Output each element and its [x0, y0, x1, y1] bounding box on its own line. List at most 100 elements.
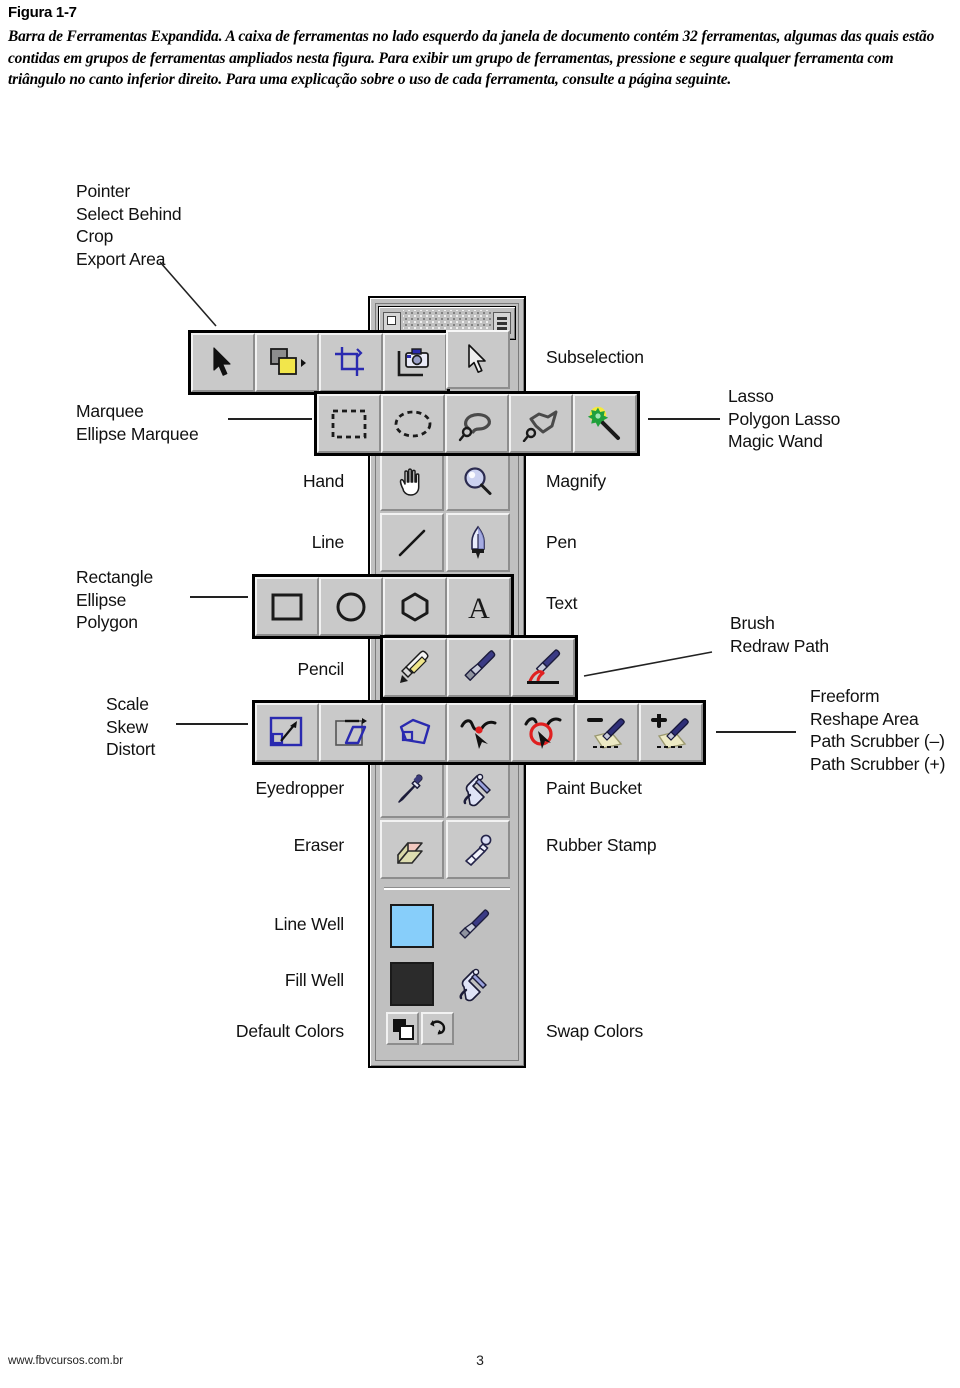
flyout-shape-tools[interactable]: A — [252, 574, 514, 639]
flyout-select-tools[interactable] — [188, 330, 450, 395]
pen-nib-icon — [471, 525, 485, 559]
tool-distort[interactable] — [383, 703, 447, 762]
line-color-brush-indicator — [446, 898, 502, 954]
label-lasso-group: Lasso Polygon Lasso Magic Wand — [728, 386, 841, 451]
label-select-group: Pointer Select Behind Crop Export Area — [76, 181, 182, 269]
leader-select-group — [159, 261, 230, 332]
tool-select-behind[interactable] — [255, 333, 319, 392]
tool-path-scrubber-plus[interactable] — [639, 703, 703, 762]
tool-hand[interactable] — [380, 452, 444, 511]
fill-color-well[interactable] — [390, 962, 434, 1006]
tool-eraser[interactable] — [380, 820, 444, 879]
tool-pencil[interactable] — [383, 638, 447, 697]
rectangle-icon — [271, 593, 303, 620]
label-shape-group: Rectangle Ellipse Polygon — [76, 567, 154, 632]
tool-rubber-stamp[interactable] — [446, 820, 510, 879]
tool-redraw-path[interactable] — [511, 638, 575, 697]
tool-scale[interactable] — [255, 703, 319, 762]
select-behind-icon — [270, 347, 306, 375]
line-icon — [398, 529, 426, 556]
label-paint-bucket: Paint Bucket — [546, 778, 642, 798]
path-scrubber-minus-icon — [587, 717, 625, 749]
tool-rectangle[interactable] — [255, 577, 319, 636]
tool-pointer[interactable] — [191, 333, 255, 392]
tool-subselection[interactable] — [446, 330, 510, 389]
tool-eyedropper[interactable] — [380, 759, 444, 818]
tool-path-scrubber-minus[interactable] — [575, 703, 639, 762]
freeform-icon — [460, 718, 497, 749]
export-area-camera-icon — [397, 347, 429, 376]
figure-number: Figura 1-7 — [8, 4, 77, 21]
leader-brush-group — [583, 650, 720, 678]
tool-text[interactable]: A — [447, 577, 511, 636]
brush-icon — [464, 649, 496, 681]
tool-marquee[interactable] — [317, 394, 381, 453]
tool-line[interactable] — [380, 513, 444, 572]
scale-icon — [269, 716, 303, 746]
marquee-ellipse-icon — [394, 410, 432, 437]
label-rubber-stamp: Rubber Stamp — [546, 835, 657, 855]
tool-ellipse-marquee[interactable] — [381, 394, 445, 453]
leader-marquee-group — [228, 418, 312, 420]
label-default-colors: Default Colors — [235, 1021, 344, 1041]
tool-skew[interactable] — [319, 703, 383, 762]
path-scrubber-plus-icon — [651, 713, 689, 749]
tool-magic-wand[interactable] — [573, 394, 637, 453]
brush-icon — [459, 909, 490, 939]
pencil-icon — [400, 649, 429, 683]
flyout-selection-tools[interactable] — [314, 391, 640, 456]
marquee-rect-icon — [331, 409, 367, 438]
toolbox-separator — [384, 888, 510, 890]
tool-reshape-area[interactable] — [511, 703, 575, 762]
eraser-icon — [397, 841, 423, 864]
label-swap-colors: Swap Colors — [546, 1021, 644, 1041]
label-magnify: Magnify — [546, 471, 606, 491]
tool-lasso[interactable] — [445, 394, 509, 453]
polygon-lasso-icon — [522, 410, 558, 442]
footer-page-number: 3 — [476, 1352, 484, 1368]
label-eraser: Eraser — [293, 835, 345, 855]
eyedropper-icon — [398, 773, 423, 803]
label-transform-group: Scale Skew Distort — [106, 694, 156, 759]
magnifier-icon — [464, 466, 492, 495]
label-subselection: Subselection — [546, 347, 644, 367]
hand-icon — [399, 467, 420, 496]
label-line: Line — [311, 532, 344, 552]
label-eyedropper: Eyedropper — [255, 778, 345, 798]
tool-pen[interactable] — [446, 513, 510, 572]
rubber-stamp-icon — [465, 834, 492, 866]
tool-crop[interactable] — [319, 333, 383, 392]
label-path-group: Freeform Reshape Area Path Scrubber (–) … — [810, 686, 946, 774]
flyout-brush-tools[interactable] — [380, 635, 578, 700]
tool-brush[interactable] — [447, 638, 511, 697]
subselection-arrow-icon — [468, 343, 486, 373]
paint-bucket-icon — [459, 968, 487, 1002]
distort-icon — [399, 718, 431, 744]
figure-caption: Barra de Ferramentas Expandida. A caixa … — [8, 28, 935, 88]
polygon-icon — [401, 592, 429, 621]
magic-wand-icon — [587, 406, 620, 440]
flyout-transform-tools[interactable] — [252, 700, 706, 765]
tool-paint-bucket[interactable] — [446, 759, 510, 818]
tool-export-area[interactable] — [383, 333, 447, 392]
skew-icon — [335, 717, 367, 746]
label-pencil: Pencil — [297, 659, 345, 679]
default-colors-icon — [392, 1018, 414, 1040]
tool-freeform[interactable] — [447, 703, 511, 762]
swap-colors-icon — [429, 1019, 445, 1035]
label-brush-group: Brush Redraw Path — [730, 613, 829, 656]
tool-ellipse[interactable] — [319, 577, 383, 636]
ellipse-icon — [336, 592, 366, 621]
swap-colors-button[interactable] — [421, 1012, 454, 1045]
leader-lasso-group — [648, 418, 720, 420]
lasso-icon — [458, 412, 491, 441]
tool-polygon-lasso[interactable] — [509, 394, 573, 453]
line-color-well[interactable] — [390, 904, 434, 948]
label-hand: Hand — [302, 471, 344, 491]
label-fill-well: Fill Well — [284, 970, 344, 990]
default-colors-button[interactable] — [386, 1012, 419, 1045]
tool-magnify[interactable] — [446, 452, 510, 511]
leader-transform-group — [176, 723, 248, 725]
tool-polygon[interactable] — [383, 577, 447, 636]
paint-bucket-icon — [463, 773, 491, 806]
